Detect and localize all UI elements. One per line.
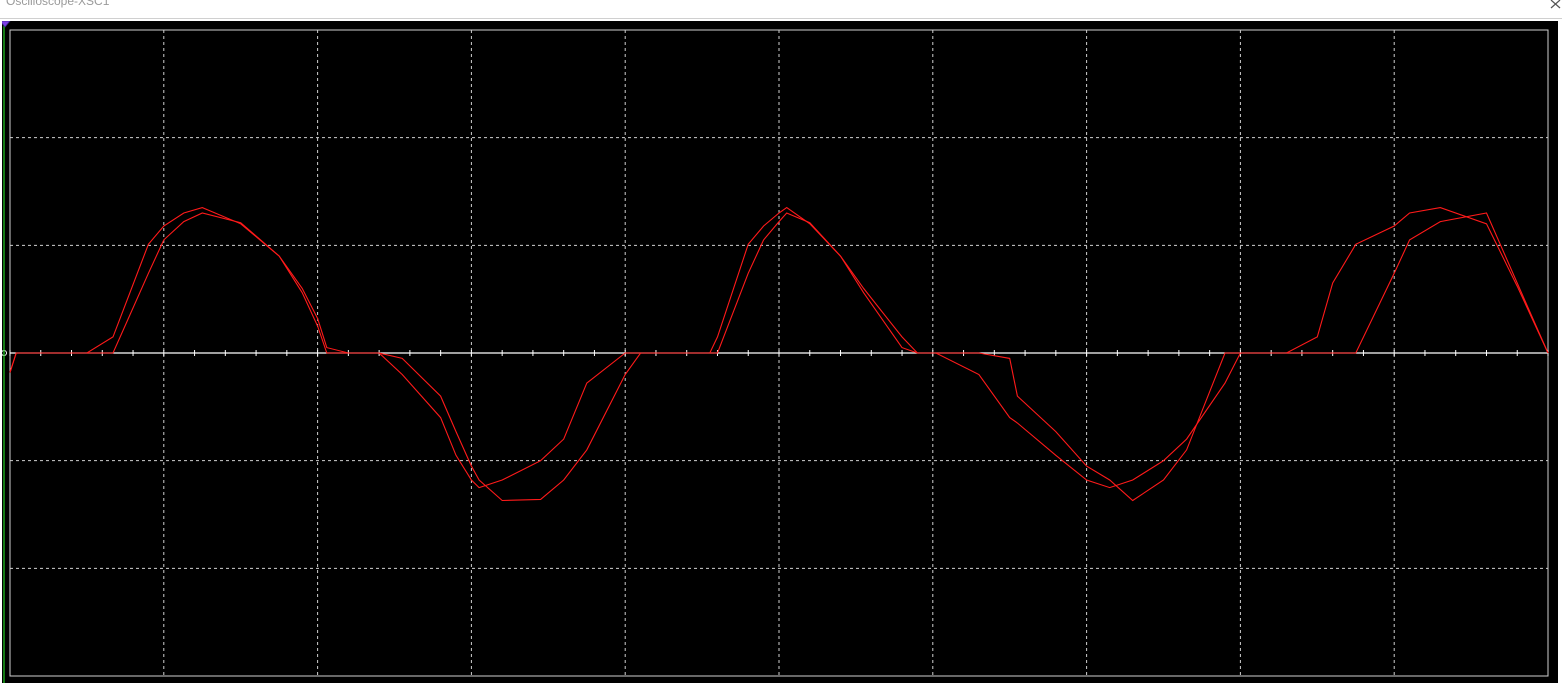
oscilloscope-window: Oscilloscope-XSC1 [0, 0, 1562, 687]
title-bar[interactable]: Oscilloscope-XSC1 [0, 0, 1562, 19]
waveform-plot [2, 21, 1549, 683]
window-title: Oscilloscope-XSC1 [6, 0, 110, 8]
close-icon [1550, 0, 1561, 9]
close-button[interactable] [1532, 0, 1562, 16]
screen-frame [0, 19, 1562, 687]
trigger-marker-icon[interactable] [2, 21, 11, 28]
oscilloscope-screen[interactable] [2, 21, 1558, 683]
